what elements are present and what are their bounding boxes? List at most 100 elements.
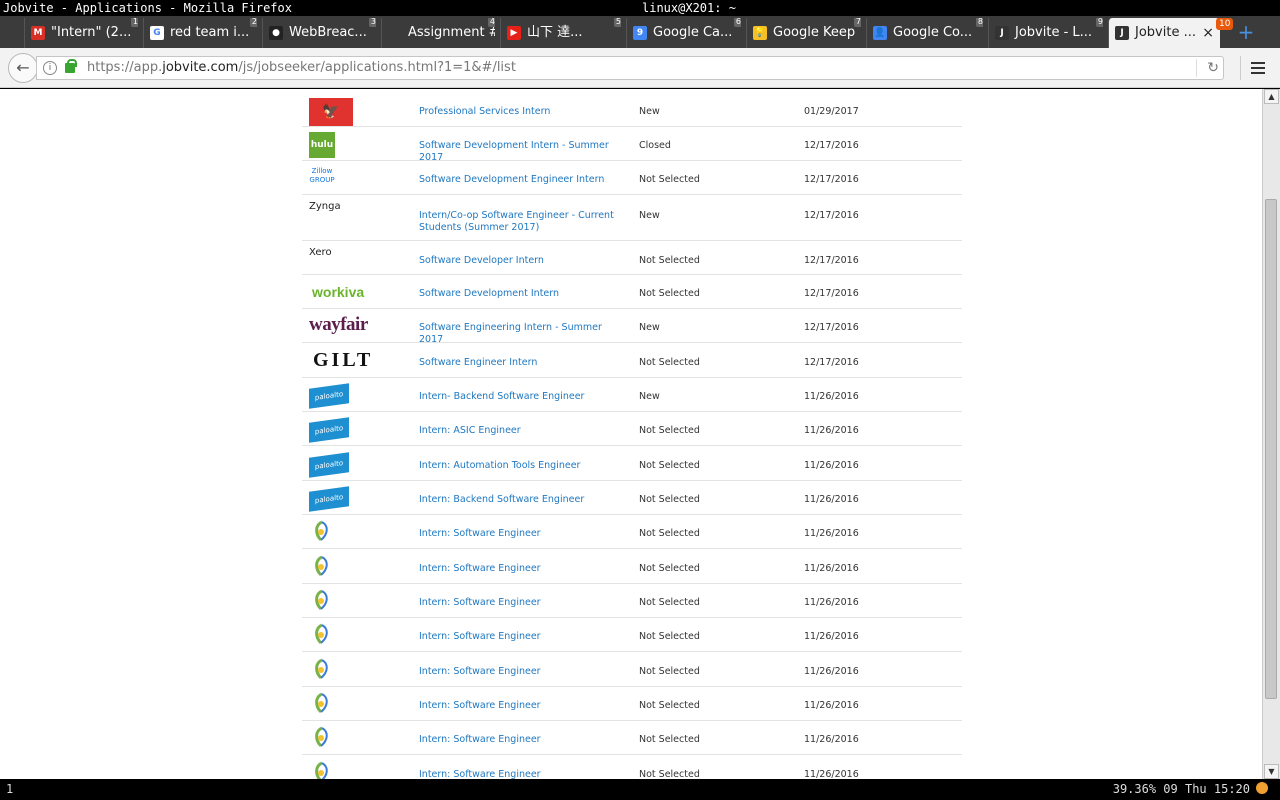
application-row: paloalto Intern: Backend Software Enginee… — [302, 480, 962, 515]
swirl-logo — [312, 658, 332, 680]
system-status-bar: 1 39.36% 09 Thu 15:20 — [0, 779, 1280, 800]
application-row: Intern: Software Engineer Not Selected 11/… — [302, 583, 962, 618]
tab-6[interactable]: 9 Google Ca... 6 — [626, 18, 741, 48]
scroll-thumb[interactable] — [1265, 199, 1277, 699]
company-name: Zynga — [309, 201, 341, 212]
job-title-link[interactable]: Intern: Software Engineer — [419, 734, 624, 746]
gmail-icon: M — [31, 26, 45, 40]
job-title-link[interactable]: Intern: Software Engineer — [419, 700, 624, 712]
application-date: 11/26/2016 — [804, 425, 859, 436]
swirl-logo — [312, 623, 332, 645]
job-title-link[interactable]: Software Developer Intern — [419, 255, 624, 267]
application-date: 12/17/2016 — [804, 255, 859, 266]
tab-4[interactable]: Assignment #34 — [381, 18, 495, 48]
application-date: 11/26/2016 — [804, 700, 859, 711]
application-row: wayfair Software Engineering Intern - Sum… — [302, 308, 962, 345]
job-title-link[interactable]: Professional Services Intern — [419, 106, 624, 118]
application-row: 🦅 Professional Services Intern New 01/29/20… — [302, 89, 962, 127]
workiva-logo: workiva — [312, 284, 365, 300]
scroll-down-arrow-icon[interactable]: ▼ — [1264, 764, 1279, 779]
tab-number: 3 — [368, 18, 376, 27]
tab-9[interactable]: J Jobvite - L... 9 — [988, 18, 1103, 48]
application-row: Intern: Software Engineer Not Selected 11/… — [302, 686, 962, 721]
application-status: Not Selected — [639, 357, 700, 368]
job-title-link[interactable]: Software Development Engineer Intern — [419, 174, 624, 186]
crowdstrike-logo: 🦅 — [309, 98, 353, 126]
navigation-bar: ← i https://app.jobvite.com/js/jobseeker… — [0, 48, 1280, 88]
reload-icon[interactable]: ↻ — [1207, 59, 1219, 77]
job-title-link[interactable]: Intern: Software Engineer — [419, 769, 624, 779]
application-date: 12/17/2016 — [804, 288, 859, 299]
back-arrow-icon[interactable]: ← — [8, 53, 38, 83]
swirl-logo — [312, 520, 332, 542]
application-status: Closed — [639, 140, 671, 151]
job-title-link[interactable]: Intern: Software Engineer — [419, 528, 624, 540]
workspace-number[interactable]: 1 — [6, 779, 13, 800]
application-row: Zillow GROUP Software Development Enginee… — [302, 160, 962, 195]
tab-label: red team i... — [170, 25, 250, 40]
paloalto-logo: paloalto — [309, 417, 349, 443]
application-row: Intern: Software Engineer Not Selected 11/… — [302, 652, 962, 687]
application-date: 12/17/2016 — [804, 357, 859, 368]
tab-8[interactable]: 👤 Google Co... 8 — [866, 18, 983, 48]
job-title-link[interactable]: Intern: Software Engineer — [419, 597, 624, 609]
tab-3[interactable]: ● WebBreac... 3 — [262, 18, 376, 48]
blank-icon — [388, 26, 402, 40]
application-date: 11/26/2016 — [804, 769, 859, 779]
tab-number: 6 — [733, 18, 741, 27]
url-text[interactable]: https://app.jobvite.com/js/jobseeker/app… — [87, 57, 516, 79]
tab-10[interactable]: J Jobvite ... × — [1108, 18, 1220, 48]
close-tab-icon[interactable]: × — [1202, 18, 1214, 48]
tab-label: Google Ca... — [653, 25, 733, 40]
job-title-link[interactable]: Software Development Intern — [419, 288, 624, 300]
lock-icon[interactable] — [65, 59, 77, 73]
application-date: 11/26/2016 — [804, 528, 859, 539]
job-title-link[interactable]: Intern- Backend Software Engineer — [419, 391, 624, 403]
job-title-link[interactable]: Intern: Software Engineer — [419, 631, 624, 643]
tab-2[interactable]: Gred team i... 2 — [143, 18, 257, 48]
moon-icon — [1256, 782, 1268, 794]
application-row: Intern: Software Engineer Not Selected 11/… — [302, 617, 962, 652]
application-date: 11/26/2016 — [804, 494, 859, 505]
tab-number: 5 — [613, 18, 621, 27]
hamburger-menu-icon[interactable] — [1240, 56, 1272, 80]
job-title-link[interactable]: Intern: Automation Tools Engineer — [419, 460, 624, 472]
application-status: New — [639, 210, 660, 221]
vertical-scrollbar[interactable]: ▲ ▼ — [1262, 89, 1280, 779]
scroll-up-arrow-icon[interactable]: ▲ — [1264, 89, 1279, 104]
tab-7[interactable]: 💡 Google Keep 7 — [746, 18, 861, 48]
job-title-link[interactable]: Intern: Backend Software Engineer — [419, 494, 624, 506]
job-title-link[interactable]: Intern: Software Engineer — [419, 666, 624, 678]
application-status: Not Selected — [639, 597, 700, 608]
tab-number: 9 — [1095, 18, 1103, 27]
swirl-logo — [312, 726, 332, 748]
application-status: Not Selected — [639, 631, 700, 642]
tab-5[interactable]: ▶ 山下 達... 5 — [500, 18, 621, 48]
application-status: Not Selected — [639, 174, 700, 185]
hulu-logo: hulu — [309, 132, 335, 158]
tab-label: Google Co... — [893, 25, 973, 40]
application-status: Not Selected — [639, 255, 700, 266]
tab-1[interactable]: M "Intern" (2... 1 — [24, 18, 138, 48]
application-row: Zynga Intern/Co-op Software Engineer - Cu… — [302, 195, 962, 241]
tab-label: Google Keep — [773, 25, 856, 40]
application-status: New — [639, 391, 660, 402]
application-row: Xero Software Developer Intern Not Selecte… — [302, 241, 962, 275]
new-tab-icon[interactable]: + — [1236, 20, 1256, 44]
job-title-link[interactable]: Intern/Co-op Software Engineer - Current… — [419, 210, 624, 234]
job-title-link[interactable]: Intern: Software Engineer — [419, 563, 624, 575]
wayfair-logo: wayfair — [309, 314, 368, 335]
swirl-logo — [312, 761, 332, 779]
url-bar[interactable]: i https://app.jobvite.com/js/jobseeker/a… — [36, 56, 1224, 80]
info-icon[interactable]: i — [43, 61, 57, 75]
tab-count-badge: 10 — [1216, 18, 1234, 30]
application-status: Not Selected — [639, 666, 700, 677]
job-title-link[interactable]: Software Engineer Intern — [419, 357, 624, 369]
application-status: Not Selected — [639, 494, 700, 505]
application-status: New — [639, 322, 660, 333]
terminal-title: linux@X201: ~ — [642, 1, 736, 15]
job-title-link[interactable]: Intern: ASIC Engineer — [419, 425, 624, 437]
tab-number: 2 — [249, 18, 257, 27]
swirl-logo — [312, 692, 332, 714]
application-date: 01/29/2017 — [804, 106, 859, 117]
